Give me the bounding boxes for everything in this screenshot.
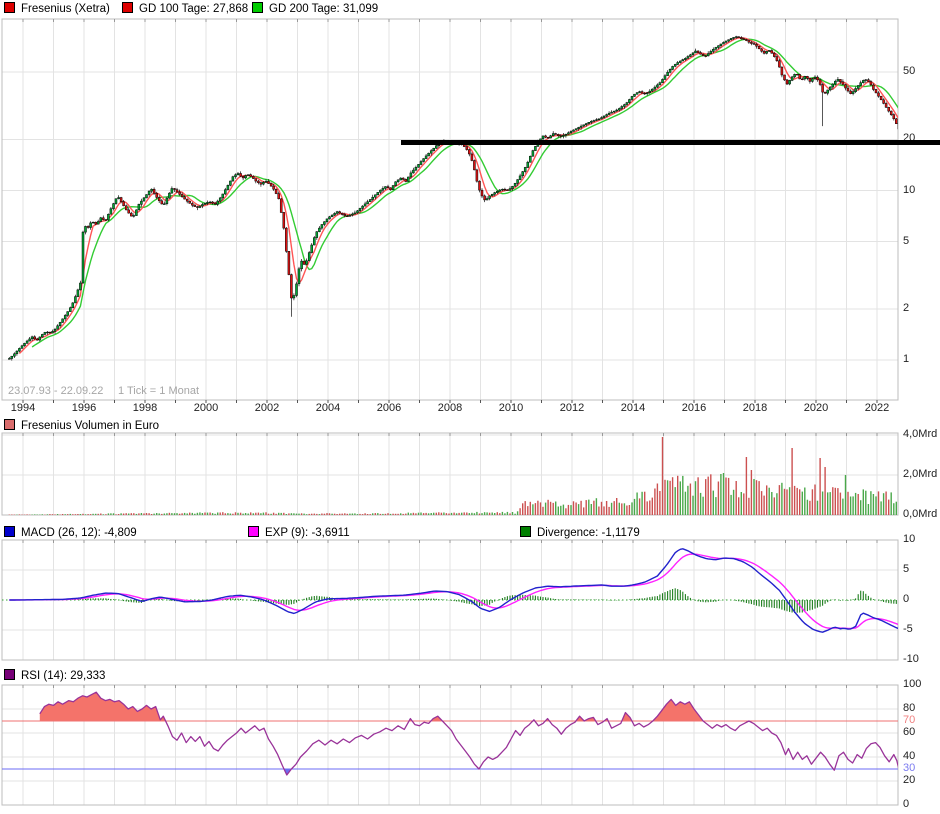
x-axis-year-label: 1994 (10, 402, 36, 414)
rsi-axis-label: 30 (903, 762, 916, 774)
x-axis-year-label: 2004 (315, 402, 341, 414)
x-axis-year-label: 2008 (437, 402, 463, 414)
x-axis-year-label: 2000 (193, 402, 219, 414)
rsi-axis-label: 40 (903, 750, 916, 762)
rsi-axis-label: 60 (903, 726, 916, 738)
macd-axis-label: 5 (903, 563, 910, 575)
rsi-axis-label: 20 (903, 774, 916, 786)
volume-axis-label: 4,0Mrd (903, 428, 938, 440)
rsi-axis-label: 70 (903, 714, 916, 726)
stock-chart-page: Fresenius (Xetra) GD 100 Tage: 27,868 GD… (0, 0, 940, 814)
x-axis-year-label: 2022 (864, 402, 890, 414)
x-axis-year-label: 2018 (742, 402, 768, 414)
volume-axis-label: 2,0Mrd (903, 468, 938, 480)
volume-axis-label: 0,0Mrd (903, 508, 938, 520)
x-axis-year-label: 2010 (498, 402, 524, 414)
rsi-axis-label: 0 (903, 798, 910, 810)
x-axis-year-label: 2006 (376, 402, 402, 414)
tick-interval-label: 1 Tick = 1 Monat (118, 385, 200, 397)
price-axis-label: 10 (903, 183, 916, 196)
x-axis-year-label: 2020 (803, 402, 829, 414)
macd-axis-label: -10 (903, 653, 919, 665)
x-axis-year-label: 2016 (681, 402, 707, 414)
support-line (401, 140, 940, 145)
macd-axis-label: 0 (903, 593, 910, 605)
x-axis-year-label: 1998 (132, 402, 158, 414)
price-axis-label: 1 (903, 353, 910, 365)
rsi-axis-label: 100 (903, 678, 922, 690)
macd-axis-label: -5 (903, 623, 913, 635)
price-axis-label: 50 (903, 65, 916, 78)
x-axis-year-label: 2014 (620, 402, 646, 414)
rsi-axis-label: 80 (903, 702, 916, 714)
x-axis-year-label: 2012 (559, 402, 585, 414)
x-axis-year-label: 1996 (71, 402, 97, 414)
price-axis-label: 2 (903, 301, 910, 314)
price-axis-label: 5 (903, 234, 910, 247)
date-range-label: 23.07.93 - 22.09.22 (8, 385, 104, 397)
x-axis-year-label: 2002 (254, 402, 280, 414)
macd-axis-label: 10 (903, 533, 916, 545)
